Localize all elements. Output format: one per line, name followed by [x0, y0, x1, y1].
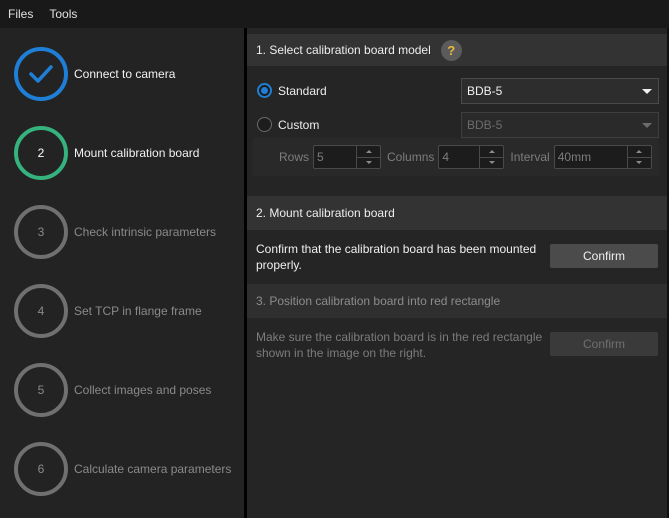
section-title: 3. Position calibration board into red r… [256, 294, 501, 308]
chevron-down-icon [642, 89, 652, 94]
step-check-intrinsics[interactable]: 3 Check intrinsic parameters [14, 205, 216, 259]
select-value: BDB-5 [467, 118, 503, 132]
interval-label: Interval [510, 150, 550, 164]
step-number: 2 [14, 126, 68, 180]
custom-model-select[interactable]: BDB-5 [461, 112, 659, 138]
custom-params: Rows 5 Columns 4 Interval 40mm [253, 138, 659, 176]
radio-label: Custom [278, 117, 320, 132]
step-calculate-params[interactable]: 6 Calculate camera parameters [14, 442, 231, 496]
section-title: 1. Select calibration board model [256, 43, 431, 57]
columns-value[interactable]: 4 [439, 146, 479, 168]
confirm-mount-button[interactable]: Confirm [550, 244, 658, 268]
step-label: Check intrinsic parameters [74, 225, 217, 239]
steps-sidebar: Connect to camera 2 Mount calibration bo… [0, 28, 244, 518]
menu-bar: Files Tools [0, 0, 669, 28]
check-icon [29, 65, 53, 83]
rows-stepper[interactable]: 5 [313, 145, 382, 169]
menu-tools[interactable]: Tools [41, 0, 85, 28]
interval-value[interactable]: 40mm [555, 146, 627, 168]
main-panel: 1. Select calibration board model ? Stan… [247, 28, 667, 518]
radio-custom[interactable]: Custom [257, 117, 319, 132]
increment-icon[interactable] [357, 146, 380, 157]
section-mount-board-header: 2. Mount calibration board [247, 196, 667, 230]
menu-files[interactable]: Files [0, 0, 41, 28]
position-board-description: Make sure the calibration board is in th… [256, 330, 543, 360]
increment-icon[interactable] [480, 146, 503, 157]
step-mount-board[interactable]: 2 Mount calibration board [14, 126, 199, 180]
step-collect-images[interactable]: 5 Collect images and poses [14, 363, 211, 417]
radio-label: Standard [278, 83, 327, 98]
radio-standard[interactable]: Standard [257, 83, 327, 98]
decrement-icon[interactable] [480, 156, 504, 169]
decrement-icon[interactable] [627, 156, 651, 169]
step-status-ring [14, 47, 68, 101]
section-select-board-header: 1. Select calibration board model ? [247, 34, 667, 66]
interval-stepper[interactable]: 40mm [553, 145, 652, 169]
standard-model-select[interactable]: BDB-5 [461, 78, 659, 104]
rows-label: Rows [279, 150, 310, 164]
rows-value[interactable]: 5 [314, 146, 356, 168]
select-value: BDB-5 [467, 84, 503, 98]
columns-label: Columns [387, 150, 435, 164]
step-label: Calculate camera parameters [74, 462, 232, 476]
mount-board-description: Confirm that the calibration board has b… [256, 242, 537, 272]
increment-icon[interactable] [628, 146, 651, 157]
columns-stepper[interactable]: 4 [438, 145, 505, 169]
step-label: Mount calibration board [74, 146, 200, 160]
decrement-icon[interactable] [357, 156, 381, 169]
radio-button[interactable] [257, 117, 272, 132]
step-label: Connect to camera [74, 67, 176, 81]
section-position-board-header: 3. Position calibration board into red r… [247, 284, 667, 318]
step-number: 5 [14, 363, 68, 417]
step-number: 4 [14, 284, 68, 338]
step-label: Set TCP in flange frame [74, 304, 202, 318]
question-mark-icon[interactable]: ? [440, 39, 462, 61]
radio-button[interactable] [257, 83, 272, 98]
section-title: 2. Mount calibration board [256, 206, 395, 220]
step-set-tcp[interactable]: 4 Set TCP in flange frame [14, 284, 202, 338]
confirm-position-button[interactable]: Confirm [550, 332, 658, 356]
step-label: Collect images and poses [74, 383, 212, 397]
step-connect-camera[interactable]: Connect to camera [14, 47, 175, 101]
step-number: 6 [14, 442, 68, 496]
step-number: 3 [14, 205, 68, 259]
chevron-down-icon [642, 123, 652, 128]
